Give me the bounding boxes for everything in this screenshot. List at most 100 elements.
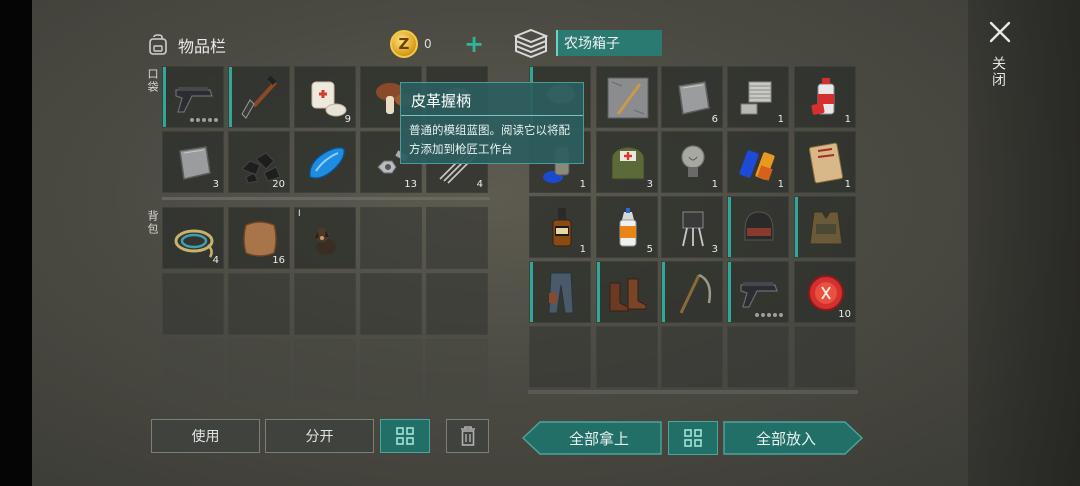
empty-slot[interactable] (360, 207, 422, 269)
batteries-icon (739, 150, 775, 181)
item-slot-transistor[interactable]: 3 (661, 196, 723, 258)
item-quantity: 1 (844, 179, 851, 190)
close-label[interactable]: 关闭 (990, 56, 1008, 88)
item-quantity: 13 (404, 179, 417, 190)
inventory-header: 物品栏 (146, 30, 226, 60)
bandage-icon (311, 81, 347, 117)
item-slot-pistol[interactable] (727, 261, 789, 323)
empty-slot[interactable] (360, 339, 422, 401)
item-slot-blueprint[interactable] (596, 66, 658, 128)
empty-slot[interactable] (529, 326, 591, 388)
item-slot-glue[interactable]: 5 (596, 196, 658, 258)
whiskey-icon (552, 208, 572, 247)
slot-highlight-bar (597, 262, 600, 322)
item-quantity: 1 (777, 114, 784, 125)
item-slot-boots[interactable] (596, 261, 658, 323)
durability-dots (755, 313, 783, 317)
item-slot-iron-plate[interactable]: 3 (162, 131, 224, 193)
item-quantity: 4 (212, 255, 219, 266)
glue-icon (619, 208, 637, 247)
slot-highlight-bar (728, 262, 731, 322)
iron-plate-icon (678, 81, 710, 115)
box-name-field[interactable]: 农场箱子 (556, 30, 662, 56)
fuel-tank-icon (309, 146, 345, 179)
pistol-icon (740, 282, 778, 308)
armor-vest-icon (809, 211, 843, 245)
item-slot-notebook[interactable]: 1 (794, 131, 856, 193)
add-coins-button[interactable]: + (464, 32, 484, 56)
empty-slot[interactable] (794, 326, 856, 388)
item-slot-batteries[interactable]: 1 (727, 131, 789, 193)
item-slot-engine-part[interactable]: 1 (727, 66, 789, 128)
item-slot-spray-can[interactable]: 1 (794, 66, 856, 128)
slot-highlight-bar (229, 67, 232, 127)
shovel-icon (241, 75, 277, 119)
item-slot-whiskey[interactable]: 1 (529, 196, 591, 258)
dog-icon (315, 228, 336, 255)
coin-count: 0 (424, 37, 432, 51)
item-slot-pants[interactable] (529, 261, 591, 323)
empty-slot[interactable] (727, 326, 789, 388)
empty-slot[interactable] (426, 273, 488, 335)
put-all-button[interactable]: 全部放入 (723, 421, 863, 455)
item-quantity: 5 (646, 244, 653, 255)
boots-icon (609, 278, 647, 312)
take-all-button[interactable]: 全部拿上 (522, 421, 662, 455)
rope-icon (174, 229, 214, 258)
tooltip-description: 普通的模组蓝图。阅读它以将配方添加到枪匠工作台 (409, 123, 570, 156)
slot-highlight-bar (163, 67, 166, 127)
box-header: 农场箱子 (514, 28, 662, 58)
screen-edge-left (0, 0, 32, 486)
trash-icon (460, 426, 475, 446)
empty-slot[interactable] (426, 339, 488, 401)
item-slot-light-bulb[interactable]: 1 (661, 131, 723, 193)
item-slot-leather[interactable]: 16 (228, 207, 290, 269)
pistol-icon (175, 87, 213, 113)
item-slot-iron-plate[interactable]: 6 (661, 66, 723, 128)
backpack-section-label: 背包 (146, 210, 159, 236)
light-bulb-icon (681, 145, 705, 177)
item-slot-rope[interactable]: 4 (162, 207, 224, 269)
notebook-icon (808, 142, 844, 184)
delete-button[interactable] (446, 419, 489, 453)
engine-part-icon (740, 81, 772, 115)
item-slot-bottle-cap[interactable]: 10 (794, 261, 856, 323)
use-button[interactable]: 使用 (151, 419, 260, 453)
empty-slot[interactable] (661, 326, 723, 388)
empty-slot[interactable] (596, 326, 658, 388)
item-quantity: 3 (646, 179, 653, 190)
item-quantity: 16 (272, 255, 285, 266)
scythe-icon (679, 273, 712, 314)
item-slot-coal[interactable]: 20 (228, 131, 290, 193)
item-slot-medkit-bag[interactable]: 3 (596, 131, 658, 193)
item-slot-armor-vest[interactable] (794, 196, 856, 258)
pocket-section-label: 口袋 (146, 68, 159, 94)
box-scroll-edge (528, 390, 858, 394)
empty-slot[interactable] (162, 273, 224, 335)
sort-box-button[interactable] (668, 421, 718, 455)
close-icon[interactable] (986, 18, 1014, 46)
item-slot-shovel[interactable] (228, 66, 290, 128)
item-slot-fuel-tank[interactable] (294, 131, 356, 193)
empty-slot[interactable] (426, 207, 488, 269)
pants-icon (548, 272, 574, 314)
helmet-icon (744, 211, 774, 241)
item-slot-dog[interactable]: I (294, 207, 356, 269)
iron-plate-icon (179, 146, 211, 180)
empty-slot[interactable] (294, 339, 356, 401)
item-slot-pistol[interactable] (162, 66, 224, 128)
item-quantity: 1 (579, 244, 586, 255)
sort-inventory-button[interactable] (380, 419, 430, 453)
item-marker: I (298, 209, 301, 219)
split-button[interactable]: 分开 (265, 419, 374, 453)
empty-slot[interactable] (228, 273, 290, 335)
storage-box-icon (514, 28, 548, 58)
item-slot-scythe[interactable] (661, 261, 723, 323)
empty-slot[interactable] (294, 273, 356, 335)
item-slot-bandage[interactable]: 9 (294, 66, 356, 128)
empty-slot[interactable] (360, 273, 422, 335)
empty-slot[interactable] (162, 339, 224, 401)
item-slot-helmet[interactable] (727, 196, 789, 258)
game-screen: 物品栏 Z 0 + 农场箱子 关闭 口袋 背包 9 3 20 13 4 4 16 I 611… (0, 0, 1080, 486)
empty-slot[interactable] (228, 339, 290, 401)
